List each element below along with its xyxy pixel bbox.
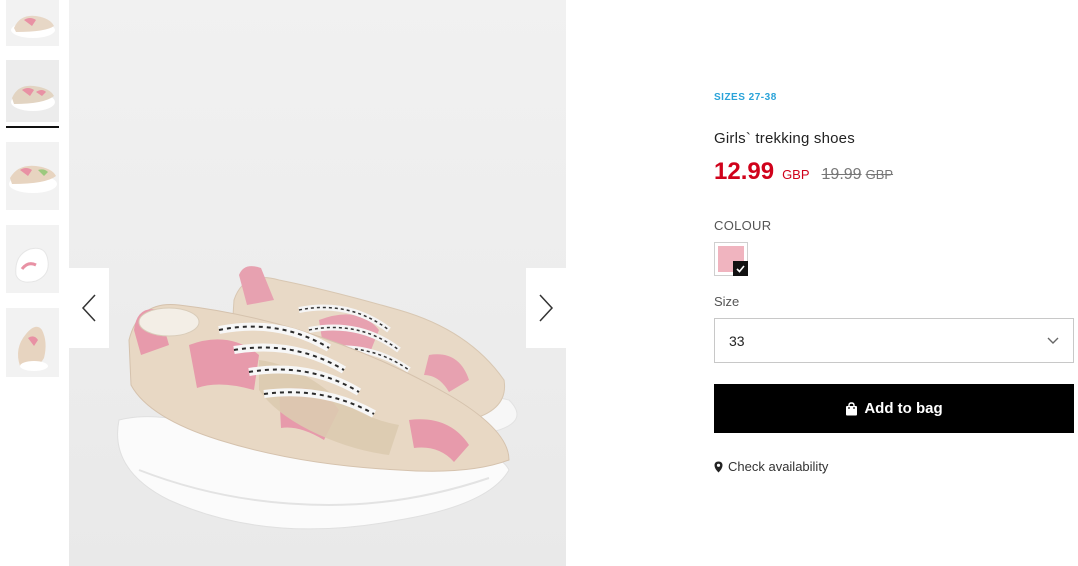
shoe-thumbnail-image — [6, 0, 59, 46]
shoe-thumbnail-image — [6, 308, 59, 377]
price-row: 12.99 GBP 19.99 GBP — [714, 158, 893, 186]
product-title: Girls` trekking shoes — [714, 130, 855, 147]
size-selected-value: 33 — [729, 332, 745, 349]
map-pin-icon — [714, 461, 723, 473]
sizes-range-tag: SIZES 27-38 — [714, 92, 777, 103]
sneaker-pair-image — [69, 0, 566, 566]
sale-price: 12.99 — [714, 158, 775, 185]
check-availability-link[interactable]: Check availability — [714, 459, 828, 474]
chevron-down-icon — [1047, 337, 1059, 344]
original-price-currency: GBP — [865, 167, 894, 182]
thumbnail-5[interactable] — [6, 308, 59, 377]
sale-price-currency: GBP — [782, 167, 810, 182]
thumbnail-active-indicator — [6, 126, 59, 128]
check-icon — [733, 261, 748, 276]
gallery-prev-button[interactable] — [69, 268, 109, 348]
thumbnail-3[interactable] — [6, 142, 59, 210]
add-to-bag-button[interactable]: Add to bag — [714, 384, 1074, 433]
size-label: Size — [714, 294, 740, 309]
size-select[interactable]: 33 — [714, 318, 1074, 363]
colour-label: COLOUR — [714, 218, 772, 233]
shoe-thumbnail-image — [6, 225, 59, 293]
shoe-thumbnail-image — [6, 60, 59, 122]
thumbnail-4[interactable] — [6, 225, 59, 293]
product-main-image — [69, 0, 566, 566]
gallery-next-button[interactable] — [526, 268, 566, 348]
shopping-bag-icon — [845, 401, 858, 416]
check-availability-label: Check availability — [728, 459, 829, 474]
chevron-left-icon — [81, 294, 96, 322]
add-to-bag-label: Add to bag — [864, 400, 943, 417]
thumbnail-1[interactable] — [6, 0, 59, 46]
colour-swatch-pink[interactable] — [714, 242, 748, 276]
chevron-right-icon — [539, 294, 554, 322]
original-price: 19.99 — [821, 166, 862, 183]
thumbnail-2[interactable] — [6, 60, 59, 122]
shoe-thumbnail-image — [6, 142, 59, 210]
